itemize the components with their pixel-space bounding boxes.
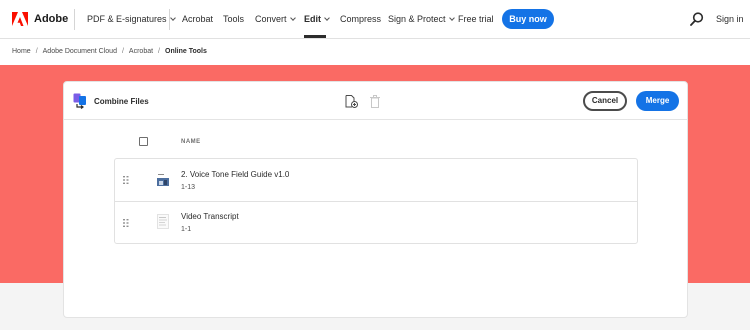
nav-item-tools[interactable]: Tools	[223, 14, 244, 24]
file-list: 2. Voice Tone Field Guide v1.0 1-13 Vide…	[114, 158, 638, 244]
chevron-down-icon	[324, 15, 330, 21]
panel-title: Combine Files	[94, 97, 149, 106]
combine-files-panel: Combine Files Cancel Merge NAME 2. Voice…	[63, 81, 688, 318]
file-page-range: 1-13	[181, 184, 196, 191]
select-all-checkbox[interactable]	[139, 137, 148, 146]
cancel-button[interactable]: Cancel	[583, 91, 627, 111]
nav-item-compress[interactable]: Compress	[340, 14, 381, 24]
adobe-logo-icon	[12, 12, 28, 26]
breadcrumb-bar: Home / Adobe Document Cloud / Acrobat / …	[0, 39, 750, 65]
breadcrumb-separator: /	[35, 48, 38, 55]
chevron-down-icon	[289, 15, 296, 21]
brand-name: Adobe	[34, 13, 69, 25]
drag-handle-icon[interactable]	[123, 176, 129, 184]
top-navigation: Adobe PDF & E-signatures Acrobat Tools C…	[0, 0, 750, 39]
breadcrumb-separator: /	[121, 48, 124, 55]
nav-item-convert[interactable]: Convert	[255, 14, 296, 24]
nav-item-acrobat[interactable]: Acrobat	[182, 14, 213, 24]
breadcrumb-current: Online Tools	[165, 48, 207, 55]
drag-handle-icon[interactable]	[123, 219, 129, 227]
buy-now-button[interactable]: Buy now	[502, 9, 554, 29]
search-icon[interactable]	[690, 12, 704, 26]
chevron-down-icon	[448, 15, 455, 21]
nav-divider	[74, 9, 75, 30]
file-row[interactable]: 2. Voice Tone Field Guide v1.0 1-13	[115, 159, 637, 201]
nav-item-free-trial[interactable]: Free trial	[458, 14, 494, 24]
merge-button[interactable]: Merge	[636, 91, 679, 111]
file-page-range: 1-1	[181, 226, 192, 233]
combine-files-icon	[73, 93, 86, 109]
nav-item-pdf-esignatures[interactable]: PDF & E-signatures	[87, 14, 176, 24]
adobe-brand[interactable]: Adobe	[12, 12, 68, 26]
active-tab-indicator	[304, 35, 326, 38]
column-header-name: NAME	[181, 139, 201, 145]
breadcrumb-item-acrobat[interactable]: Acrobat	[129, 48, 153, 55]
file-name: Video Transcript	[181, 212, 239, 221]
nav-item-edit[interactable]: Edit	[304, 14, 330, 24]
add-file-icon[interactable]	[345, 95, 358, 108]
breadcrumb: Home / Adobe Document Cloud / Acrobat / …	[12, 48, 207, 55]
trash-icon[interactable]	[369, 95, 381, 108]
chevron-down-icon	[169, 15, 176, 21]
nav-divider	[169, 9, 170, 30]
file-row[interactable]: Video Transcript 1-1	[115, 201, 637, 243]
sign-in-link[interactable]: Sign in	[716, 14, 744, 24]
breadcrumb-item-home[interactable]: Home	[12, 48, 31, 55]
breadcrumb-separator: /	[158, 48, 160, 55]
breadcrumb-item-document-cloud[interactable]: Adobe Document Cloud	[43, 48, 117, 55]
file-name: 2. Voice Tone Field Guide v1.0	[181, 170, 290, 179]
panel-header: Combine Files Cancel Merge	[64, 82, 687, 120]
document-thumbnail-icon	[157, 214, 169, 229]
image-thumbnail-icon	[157, 173, 169, 188]
nav-item-sign-protect[interactable]: Sign & Protect	[388, 14, 455, 24]
